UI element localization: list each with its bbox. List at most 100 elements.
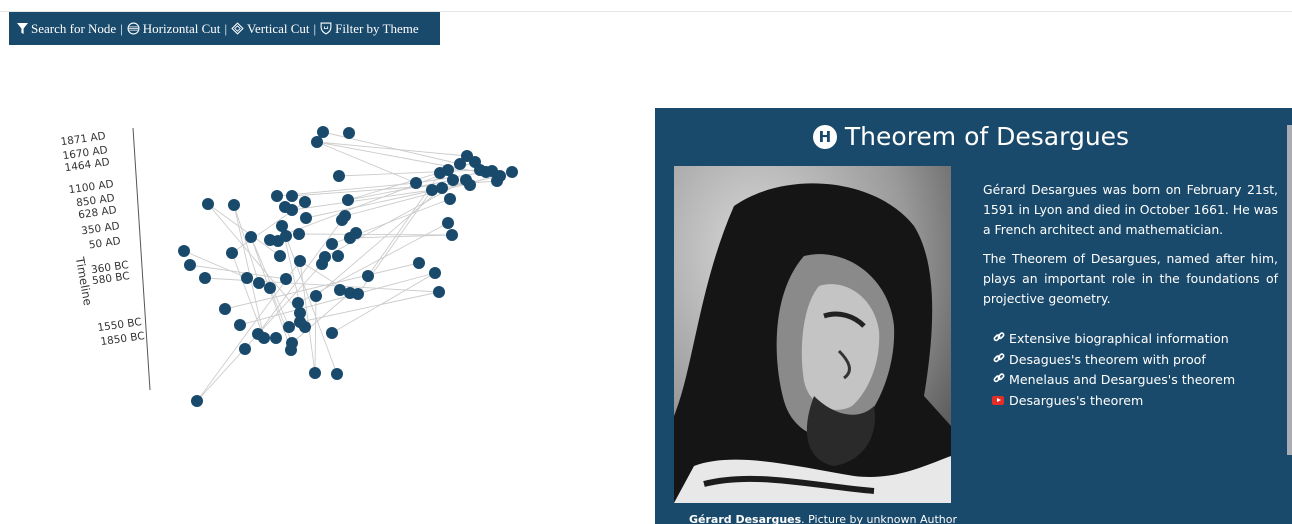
graph-node[interactable] — [274, 250, 286, 262]
graph-node[interactable] — [309, 367, 321, 379]
graph-node[interactable] — [506, 166, 518, 178]
graph-node[interactable] — [286, 204, 298, 216]
graph-node[interactable] — [228, 199, 240, 211]
theorem-paragraph: The Theorem of Desargues, named after hi… — [983, 251, 1278, 306]
graph-node[interactable] — [283, 321, 295, 333]
graph-node[interactable] — [241, 272, 253, 284]
graph-node[interactable] — [285, 344, 297, 356]
graph-node[interactable] — [258, 332, 270, 344]
graph-node[interactable] — [253, 277, 265, 289]
graph-node[interactable] — [199, 272, 211, 284]
link-label: Desargues's theorem — [1009, 392, 1144, 408]
panel-scrollbar-thumb[interactable] — [1287, 125, 1292, 455]
timeline-axis — [132, 127, 151, 391]
link-icon — [992, 329, 1006, 350]
graph-node[interactable] — [429, 267, 441, 279]
graph-node[interactable] — [184, 259, 196, 271]
graph-node[interactable] — [316, 258, 328, 270]
graph-node[interactable] — [191, 395, 203, 407]
link-menelaus[interactable]: Menelaus and Desargues's theorem — [992, 370, 1235, 391]
portrait-image — [674, 166, 951, 503]
graph-node[interactable] — [293, 228, 305, 240]
graph-node[interactable] — [311, 136, 323, 148]
graph-node[interactable] — [336, 214, 348, 226]
graph-node[interactable] — [413, 257, 425, 269]
graph-node[interactable] — [270, 332, 282, 344]
graph-node[interactable] — [433, 286, 445, 298]
graph-node[interactable] — [447, 174, 459, 186]
caption-credit: . Picture by unknown Author — [801, 513, 957, 524]
vertical-cut-label: Vertical Cut — [247, 20, 310, 36]
description: Gérard Desargues was born on February 21… — [983, 180, 1278, 318]
layers-icon — [127, 22, 140, 35]
graph-node[interactable] — [178, 245, 190, 257]
link-biography[interactable]: Extensive biographical information — [992, 329, 1235, 350]
portrait-caption: Gérard Desargues. Picture by unknown Aut… — [689, 513, 957, 524]
graph-node[interactable] — [332, 250, 344, 262]
graph-node[interactable] — [317, 126, 329, 138]
graph-node[interactable] — [299, 196, 311, 208]
graph-node[interactable] — [426, 184, 438, 196]
search-node-button[interactable]: Search for Node — [17, 21, 116, 37]
graph-node[interactable] — [362, 270, 374, 282]
search-node-label: Search for Node — [31, 20, 117, 36]
graph-node[interactable] — [239, 343, 251, 355]
filter-theme-label: Filter by Theme — [335, 20, 419, 36]
graph-edge — [316, 141, 468, 157]
link-label: Desagues's theorem with proof — [1009, 351, 1206, 367]
graph-node[interactable] — [436, 182, 448, 194]
horizontal-cut-label: Horizontal Cut — [142, 20, 221, 36]
filter-theme-button[interactable]: Filter by Theme — [320, 21, 419, 37]
link-youtube-video[interactable]: Desargues's theorem — [992, 391, 1235, 412]
graph-node[interactable] — [410, 177, 422, 189]
toolbar-separator: | — [120, 20, 123, 36]
link-icon — [992, 370, 1006, 391]
graph-node[interactable] — [292, 297, 304, 309]
graph-node[interactable] — [331, 368, 343, 380]
graph-node[interactable] — [219, 303, 231, 315]
biography-paragraph: Gérard Desargues was born on February 21… — [983, 182, 1278, 237]
link-label: Extensive biographical information — [1009, 331, 1229, 346]
graph-node[interactable] — [491, 175, 503, 187]
horizontal-cut-button[interactable]: Horizontal Cut — [127, 20, 221, 37]
graph-node[interactable] — [446, 229, 458, 241]
graph-node[interactable] — [300, 212, 312, 224]
theorem-title-text: Theorem of Desargues — [844, 122, 1130, 151]
graph-node[interactable] — [310, 290, 322, 302]
graph-node[interactable] — [264, 282, 276, 294]
youtube-icon — [992, 391, 1006, 412]
graph-node[interactable] — [299, 321, 311, 333]
vertical-cut-button[interactable]: Vertical Cut — [231, 20, 310, 37]
graph-node[interactable] — [343, 127, 355, 139]
graph-node[interactable] — [264, 234, 276, 246]
graph-edge — [322, 131, 461, 165]
graph-node[interactable] — [280, 273, 292, 285]
graph-node[interactable] — [271, 190, 283, 202]
filter-icon — [17, 23, 28, 34]
toolbar-separator: | — [224, 20, 228, 36]
graph-edge — [331, 272, 436, 334]
link-icon — [992, 350, 1006, 371]
graph-edge — [298, 233, 453, 236]
graph-node[interactable] — [202, 198, 214, 210]
graph-node[interactable] — [444, 193, 456, 205]
link-theorem-proof[interactable]: Desagues's theorem with proof — [992, 350, 1235, 371]
graph-node[interactable] — [464, 179, 476, 191]
graph-node[interactable] — [286, 190, 298, 202]
graph-node[interactable] — [294, 255, 306, 267]
graph-node[interactable] — [326, 238, 338, 250]
graph-edge — [338, 169, 481, 177]
theme-filter-icon — [320, 22, 332, 35]
graph-node[interactable] — [350, 227, 362, 239]
graph-node[interactable] — [226, 247, 238, 259]
timeline-network-graph[interactable]: 1871 AD1670 AD1464 AD1100 AD850 AD628 AD… — [0, 60, 640, 524]
graph-node[interactable] — [234, 319, 246, 331]
graph-node[interactable] — [333, 170, 345, 182]
theorem-detail-panel: H Theorem of Desargues Gérard Desargues.… — [655, 108, 1287, 524]
graph-node[interactable] — [342, 194, 354, 206]
graph-node[interactable] — [442, 217, 454, 229]
graph-node[interactable] — [326, 327, 338, 339]
timeline-tick-label: 350 AD — [80, 220, 120, 237]
graph-node[interactable] — [245, 231, 257, 243]
graph-node[interactable] — [352, 288, 364, 300]
